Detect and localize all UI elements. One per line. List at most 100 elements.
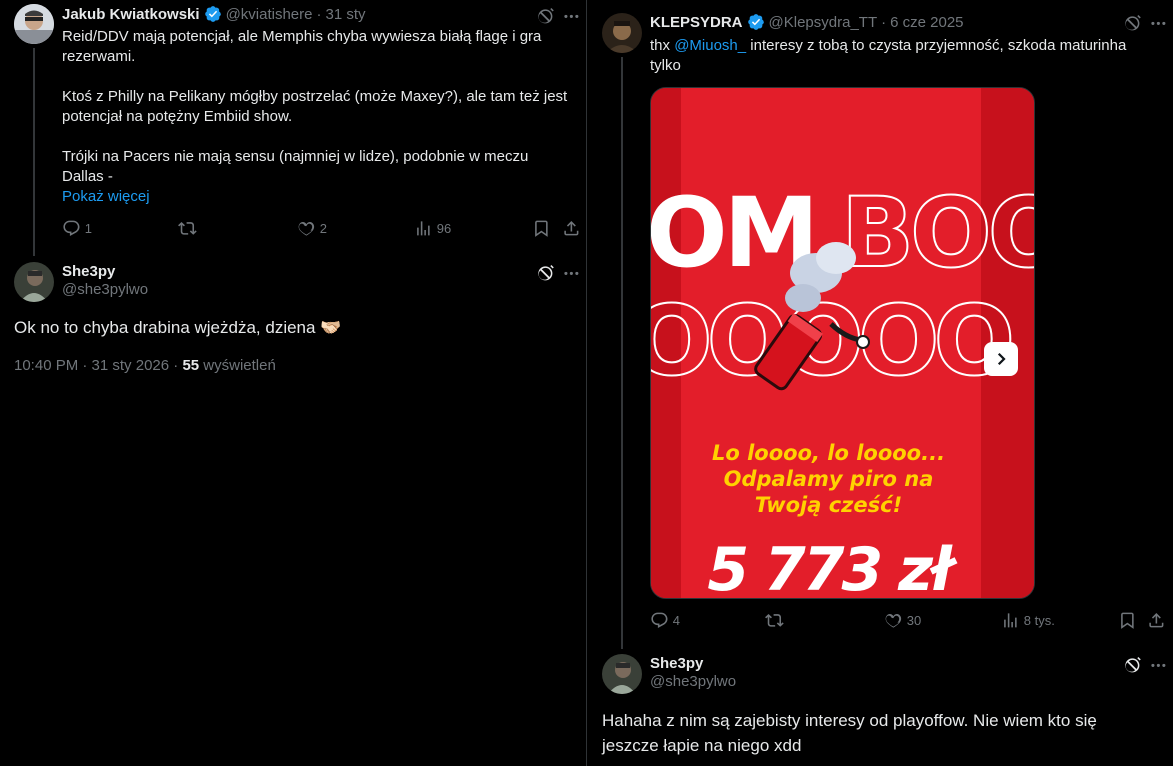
views-button[interactable]: 8 tys. [1001, 611, 1055, 630]
avatar-image [14, 262, 54, 302]
avatar-image [602, 13, 642, 53]
media-caption-line: Lo loooo, lo loooo... [711, 441, 946, 465]
views-icon [1004, 613, 1017, 628]
author-name[interactable]: Jakub Kwiatkowski [62, 6, 200, 23]
like-button[interactable]: 30 [884, 611, 921, 630]
tweet-text-line: Dallas - [62, 168, 113, 185]
avatar-klepsydra[interactable] [602, 13, 642, 53]
grok-icon[interactable] [535, 263, 555, 283]
tweet-text-prefix: thx [650, 37, 675, 54]
author-name[interactable]: She3py [62, 263, 148, 280]
tweet-text-rest: interesy z tobą to czysta przyjemność, s… [746, 37, 1127, 54]
verified-badge-icon [747, 14, 764, 30]
views-count: 8 tys. [1023, 612, 1055, 628]
left-conversation: Jakub Kwiatkowski @kviatishere · 31 sty … [0, 0, 586, 766]
author-handle[interactable]: @she3pylwo [650, 673, 736, 690]
media-amount: 5 773 zł [707, 535, 952, 599]
author-handle[interactable]: @Klepsydra_TT [769, 14, 878, 31]
reply-icon [63, 220, 80, 236]
mention-link[interactable]: @Miuosh_ [674, 37, 746, 54]
tweet-text-line: Ktoś z Philly na Pelikany mógłby postrze… [62, 88, 568, 105]
tweet-actions: 1 2 96 [62, 219, 582, 239]
tweet-body: Reid/DDV mają potencjał, ale Memphis chy… [62, 27, 577, 207]
more-options-icon[interactable] [1148, 13, 1168, 33]
media-caption-line: Odpalamy piro na [723, 467, 934, 491]
media-caption-line: Twoją cześć! [754, 493, 903, 517]
avatar-image [602, 654, 642, 694]
more-options-icon[interactable] [1148, 655, 1168, 675]
show-more-link[interactable]: Pokaż więcej [62, 187, 577, 207]
tweet-timestamp[interactable]: 10:40 PM · 31 sty 2026 · [14, 357, 178, 374]
tweet-text-line: tylko [650, 57, 681, 74]
thread-line [621, 57, 623, 649]
reply-text-line: jeszcze łapie na niego xdd [602, 736, 802, 755]
grok-icon[interactable] [1122, 655, 1142, 675]
tweet-actions: 4 30 8 tys. [650, 611, 1170, 631]
tweet-header: Jakub Kwiatkowski @kviatishere · 31 sty [62, 5, 366, 23]
reply-button[interactable]: 1 [62, 219, 92, 238]
author-name[interactable]: KLEPSYDRA [650, 14, 743, 31]
retweet-icon [178, 222, 197, 235]
views-icon [417, 221, 430, 236]
thread-line [33, 48, 35, 256]
retweet-button[interactable] [178, 219, 197, 238]
media-artwork: OM BOO OOOOO [651, 88, 1035, 598]
like-count: 2 [319, 220, 327, 236]
avatar-she3py[interactable] [602, 654, 642, 694]
bookmark-button[interactable] [1118, 611, 1137, 630]
reply-text: Hahaha z nim są zajebisty interesy od pl… [602, 708, 1162, 758]
reply-text-line: Hahaha z nim są zajebisty interesy od pl… [602, 711, 1097, 730]
share-icon [564, 221, 579, 236]
views-button[interactable]: 96 [414, 219, 451, 238]
author-handle[interactable]: @kviatishere [226, 6, 313, 23]
tweet-text-line: thx @Miuosh_ interesy z tobą to czysta p… [650, 36, 1160, 56]
media-caption: Lo loooo, lo loooo... Odpalamy piro na T… [651, 440, 1006, 518]
next-image-button[interactable] [984, 342, 1018, 376]
reply-count: 1 [84, 220, 92, 236]
like-count: 30 [906, 612, 922, 628]
retweet-button[interactable] [765, 611, 784, 630]
grok-icon[interactable] [1122, 13, 1142, 33]
tweet-text-line: rezerwami. [62, 48, 136, 65]
bookmark-icon [1121, 612, 1134, 629]
more-options-icon[interactable] [561, 6, 581, 26]
bookmark-icon [535, 220, 548, 237]
share-button[interactable] [562, 219, 581, 238]
svg-text:BOO: BOO [841, 177, 1035, 289]
retweet-icon [765, 614, 784, 627]
author-name[interactable]: She3py [650, 655, 736, 672]
svg-text:OOOOO: OOOOO [651, 285, 1010, 397]
like-button[interactable]: 2 [297, 219, 327, 238]
views-count: 55 [182, 357, 200, 374]
views-count: 96 [436, 220, 452, 236]
tweet-text-line: potencjał na potężny Embiid show. [62, 108, 293, 125]
tweet-header: KLEPSYDRA @Klepsydra_TT · 6 cze 2025 [650, 13, 964, 31]
author-handle[interactable]: @she3pylwo [62, 281, 148, 298]
reply-author: She3py @she3pylwo [62, 263, 148, 298]
right-conversation: KLEPSYDRA @Klepsydra_TT · 6 cze 2025 thx… [587, 0, 1173, 766]
bookmark-button[interactable] [532, 219, 551, 238]
dot-separator: · [316, 5, 322, 23]
grok-icon[interactable] [535, 6, 555, 26]
reply-count: 4 [672, 612, 680, 628]
tweet-text-line: Reid/DDV mają potencjał, ale Memphis chy… [62, 28, 542, 45]
verified-badge-icon [204, 6, 221, 22]
tweet-body: thx @Miuosh_ interesy z tobą to czysta p… [650, 36, 1160, 76]
more-options-icon[interactable] [561, 263, 581, 283]
share-button[interactable] [1147, 611, 1166, 630]
reply-text: Ok no to chyba drabina wjeżdża, dziena 🫱… [14, 318, 342, 337]
tweet-time[interactable]: 31 sty [326, 6, 366, 23]
tweet-media-image[interactable]: OM BOO OOOOO Lo loooo, lo loooo... Odpal… [650, 87, 1035, 599]
tweet-meta: 10:40 PM · 31 sty 2026 · 55 wyświetleń [14, 357, 276, 374]
reply-button[interactable]: 4 [650, 611, 680, 630]
heart-icon [885, 614, 902, 628]
dot-separator: · [881, 13, 887, 31]
avatar-she3py[interactable] [14, 262, 54, 302]
reply-icon [651, 612, 668, 628]
avatar-jakub[interactable] [14, 4, 54, 44]
heart-icon [298, 222, 315, 236]
reply-author: She3py @she3pylwo [650, 655, 736, 690]
chevron-right-icon [997, 352, 1006, 366]
tweet-time[interactable]: 6 cze 2025 [890, 14, 963, 31]
tweet-text-line: Trójki na Pacers nie mają sensu (najmnie… [62, 148, 529, 165]
